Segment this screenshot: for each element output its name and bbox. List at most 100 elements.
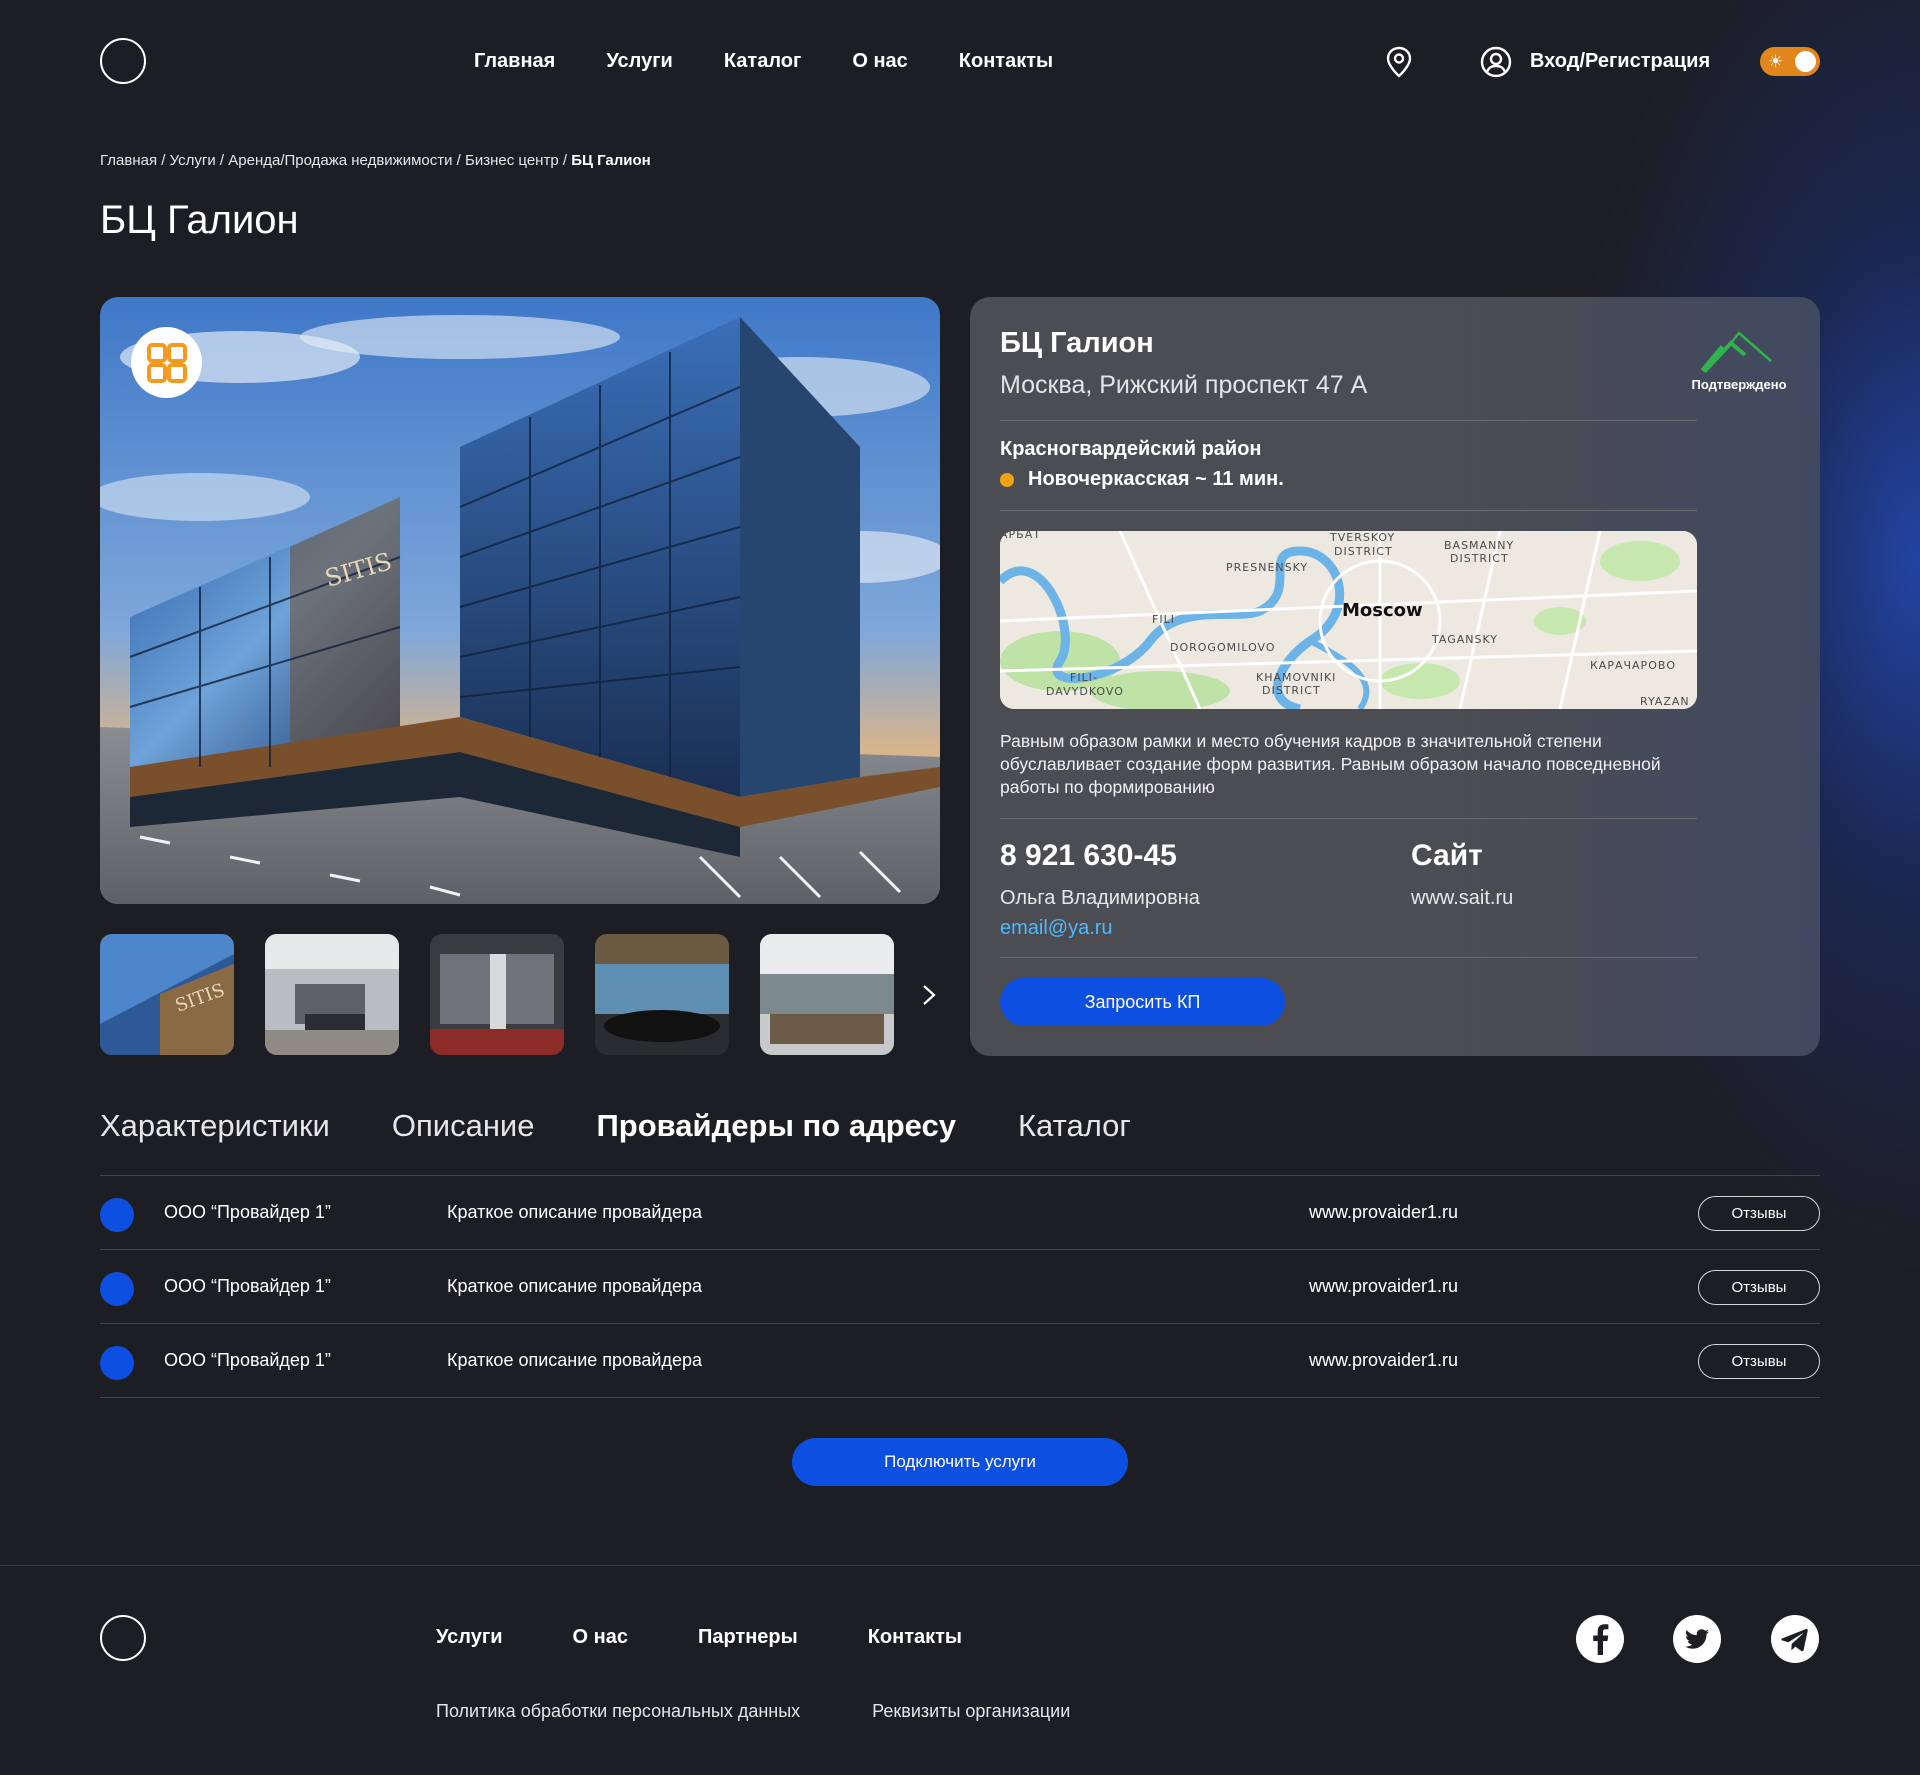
svg-text:DISTRICT: DISTRICT [1450,552,1509,565]
contact-phone[interactable]: 8 921 630-45 [1000,839,1177,873]
facebook-icon[interactable] [1576,1615,1624,1663]
provider-site-link[interactable]: www.provaider1.ru [1309,1276,1458,1297]
reviews-button[interactable]: Отзывы [1698,1344,1820,1379]
requisites-link[interactable]: Реквизиты организации [872,1701,1070,1722]
tab-providers[interactable]: Провайдеры по адресу [597,1108,956,1144]
breadcrumb-item[interactable]: Бизнес центр [465,152,559,169]
toggle-knob [1795,51,1816,72]
footer-nav-about[interactable]: О нас [573,1626,628,1649]
site-header: Главная Услуги Каталог О нас Контакты Вх… [100,38,1820,84]
chevron-right-icon[interactable] [918,980,940,1010]
tab-description[interactable]: Описание [392,1108,535,1144]
divider [1000,818,1697,819]
svg-text:АРБАТ: АРБАТ [1000,531,1041,541]
provider-logo [100,1272,134,1306]
provider-name: ООО “Провайдер 1” [164,1350,331,1370]
nav-item-home[interactable]: Главная [474,50,555,73]
provider-site-link[interactable]: www.provaider1.ru [1309,1350,1458,1371]
office-logo-icon [146,342,187,383]
district-label: Красногвардейский район [1000,438,1262,460]
thumbnail[interactable] [265,934,399,1055]
footer-nav: Услуги О нас Партнеры Контакты [436,1626,962,1649]
sun-icon: ☀ [1768,52,1784,71]
svg-text:DOROGOMILOVO: DOROGOMILOVO [1170,641,1276,654]
site-heading: Сайт [1411,839,1483,872]
footer-logo[interactable] [100,1615,146,1661]
svg-text:KHAMOVNIKI: KHAMOVNIKI [1256,671,1336,684]
card-title: БЦ Галион [1000,327,1154,359]
providers-list: ООО “Провайдер 1” Краткое описание прова… [100,1176,1820,1398]
thumbnail[interactable] [760,934,894,1055]
provider-name: ООО “Провайдер 1” [164,1276,331,1296]
breadcrumb-item[interactable]: Главная [100,152,157,169]
metro-line-dot [1000,472,1014,487]
table-row: ООО “Провайдер 1” Краткое описание прова… [100,1176,1820,1250]
user-icon[interactable] [1480,46,1512,78]
brand-logo-badge [131,327,202,398]
svg-text:Moscow: Moscow [1342,600,1423,621]
footer-divider [0,1565,1920,1566]
svg-text:RYAZAN: RYAZAN [1640,695,1690,708]
main-nav: Главная Услуги Каталог О нас Контакты [474,38,1053,84]
reviews-button[interactable]: Отзывы [1698,1196,1820,1231]
request-quote-button[interactable]: Запросить КП [1000,978,1285,1026]
svg-text:BASMANNY: BASMANNY [1444,539,1514,552]
footer-nav-partners[interactable]: Партнеры [698,1626,798,1649]
provider-site-link[interactable]: www.provaider1.ru [1309,1202,1458,1223]
svg-text:TVERSKOY: TVERSKOY [1329,531,1395,544]
verified-label: Подтверждено [1691,377,1787,392]
page: Главная Услуги Каталог О нас Контакты Вх… [0,0,1920,1775]
breadcrumb-item[interactable]: Аренда/Продажа недвижимости [228,152,452,169]
thumbnail[interactable]: SITIS [100,934,234,1055]
nav-item-catalog[interactable]: Каталог [724,50,801,73]
provider-description: Краткое описание провайдера [447,1350,703,1370]
breadcrumb: Главная / Услуги / Аренда/Продажа недвиж… [100,152,651,169]
tab-bar: Характеристики Описание Провайдеры по ад… [100,1108,1131,1144]
contact-name: Ольга Владимировна [1000,887,1200,909]
page-title: БЦ Галион [100,198,299,242]
thumbnail[interactable] [595,934,729,1055]
breadcrumb-item[interactable]: Услуги [170,152,216,169]
provider-description: Краткое описание провайдера [447,1276,703,1296]
thumbnail[interactable] [430,934,564,1055]
house-check-icon [1700,331,1772,373]
tab-catalog[interactable]: Каталог [1018,1108,1131,1144]
login-link[interactable]: Вход/Регистрация [1530,50,1710,73]
footer-nav-contacts[interactable]: Контакты [868,1626,962,1649]
divider [1000,957,1697,958]
object-info-card: БЦ Галион Москва, Рижский проспект 47 А … [970,297,1820,1056]
main-photo[interactable]: SITIS [100,297,940,904]
connect-services-button[interactable]: Подключить услуги [792,1438,1128,1486]
tab-characteristics[interactable]: Характеристики [100,1108,330,1144]
contact-email[interactable]: email@ya.ru [1000,917,1113,940]
nav-item-services[interactable]: Услуги [606,50,673,73]
verified-badge: Подтверждено [1683,325,1795,395]
nav-item-about[interactable]: О нас [852,50,907,73]
breadcrumb-current: БЦ Галион [571,152,651,169]
table-row: ООО “Провайдер 1” Краткое описание прова… [100,1250,1820,1324]
svg-text:DISTRICT: DISTRICT [1334,545,1393,558]
svg-text:TAGANSKY: TAGANSKY [1431,633,1498,646]
map-pin-icon[interactable] [1384,46,1414,78]
table-row: ООО “Провайдер 1” Краткое описание прова… [100,1324,1820,1398]
nav-item-contacts[interactable]: Контакты [959,50,1053,73]
site-link[interactable]: www.sait.ru [1411,887,1513,910]
card-address: Москва, Рижский проспект 47 А [1000,371,1368,399]
svg-text:DISTRICT: DISTRICT [1262,684,1321,697]
logo[interactable] [100,38,146,84]
provider-name: ООО “Провайдер 1” [164,1202,331,1222]
privacy-policy-link[interactable]: Политика обработки персональных данных [436,1701,800,1722]
telegram-icon[interactable] [1771,1615,1819,1663]
footer-nav-services[interactable]: Услуги [436,1626,503,1649]
svg-text:FILI-: FILI- [1070,671,1098,684]
svg-text:КАРАЧАРОВО: КАРАЧАРОВО [1590,659,1676,672]
svg-text:DAVYDKOVO: DAVYDKOVO [1046,685,1124,698]
twitter-icon[interactable] [1673,1615,1721,1663]
theme-toggle[interactable]: ☀ [1760,47,1820,76]
provider-description: Краткое описание провайдера [447,1202,703,1222]
divider [1000,420,1697,421]
divider [1000,510,1697,511]
provider-logo [100,1198,134,1232]
location-map[interactable]: TVERSKOY DISTRICT BASMANNY DISTRICT PRES… [1000,531,1697,709]
reviews-button[interactable]: Отзывы [1698,1270,1820,1305]
